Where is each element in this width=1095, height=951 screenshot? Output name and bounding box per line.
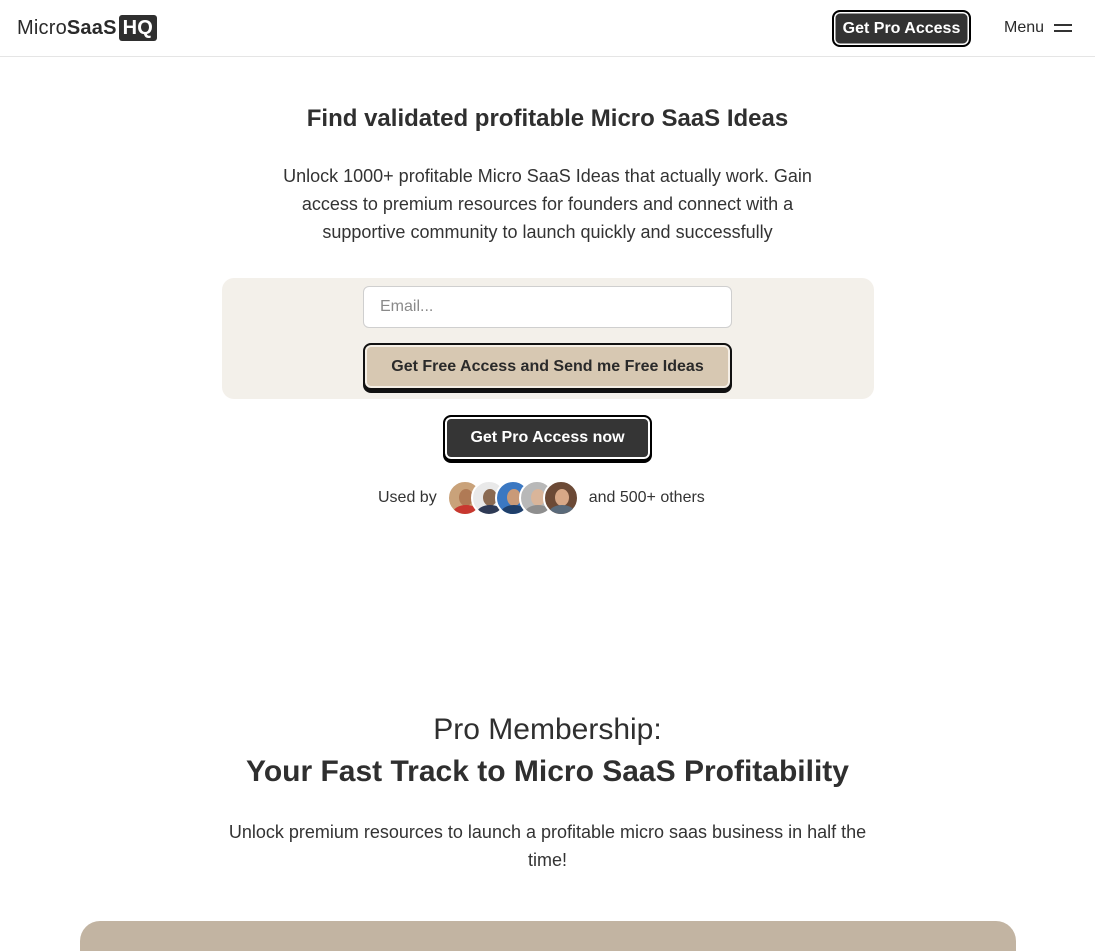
menu-label: Menu xyxy=(1004,19,1045,36)
user-avatars xyxy=(446,480,579,516)
used-by-label: Used by xyxy=(378,489,437,506)
nav-get-pro-button[interactable]: Get Pro Access xyxy=(832,10,971,47)
pro-section-subtitle: Unlock premium resources to launch a pro… xyxy=(228,822,867,870)
pro-section-title-line1: Pro Membership: xyxy=(433,713,662,746)
hamburger-icon xyxy=(1054,23,1073,33)
pro-section-title-line2: Your Fast Track to Micro SaaS Profitabil… xyxy=(246,755,849,788)
logo-saas-text: SaaS xyxy=(66,16,117,39)
used-by-suffix: and 500+ others xyxy=(588,489,705,506)
get-pro-access-now-button[interactable]: Get Pro Access now xyxy=(443,415,652,461)
avatar xyxy=(542,480,579,516)
menu-button[interactable]: Menu xyxy=(1004,17,1073,39)
top-navbar: Micro SaaS HQ Get Pro Access Menu xyxy=(0,0,1095,57)
hero-subtitle: Unlock 1000+ profitable Micro SaaS Ideas… xyxy=(283,166,812,242)
email-input[interactable] xyxy=(363,286,732,328)
free-access-button[interactable]: Get Free Access and Send me Free Ideas xyxy=(363,343,732,390)
logo-micro-text: Micro xyxy=(17,16,67,39)
pricing-card-top xyxy=(80,921,1016,951)
logo-hq-badge: HQ xyxy=(118,15,158,41)
site-logo[interactable]: Micro SaaS HQ xyxy=(17,15,158,41)
hero-title: Find validated profitable Micro SaaS Ide… xyxy=(306,105,789,132)
social-proof: Used by and 500+ others xyxy=(378,479,705,517)
